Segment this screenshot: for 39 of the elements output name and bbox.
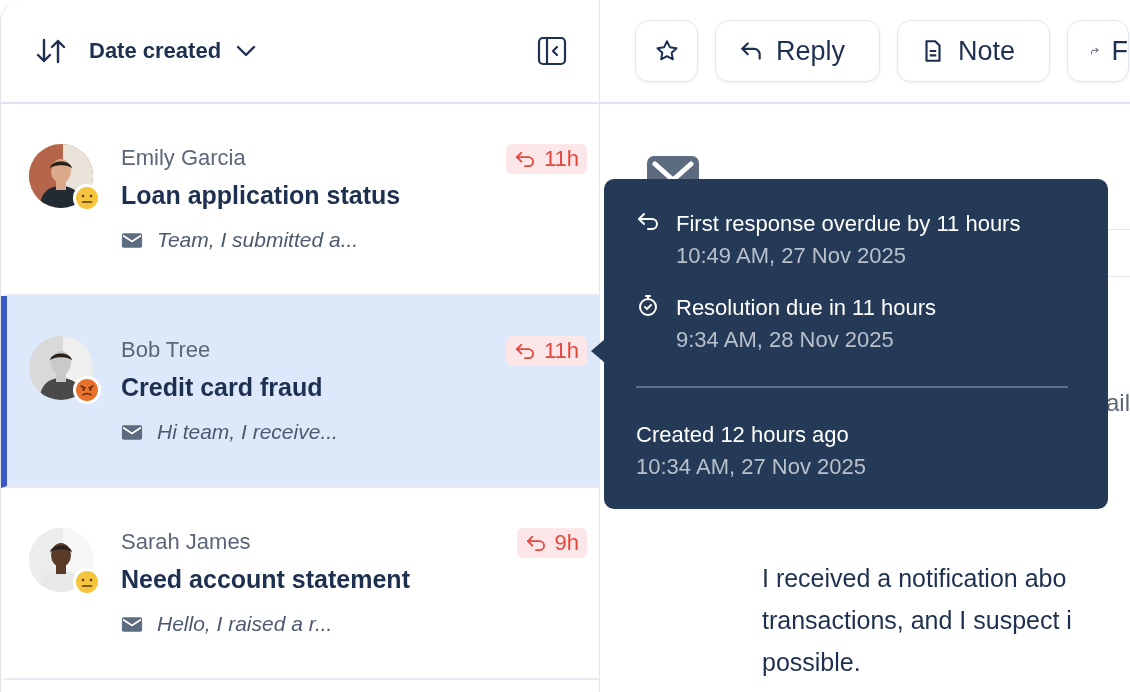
tooltip-title: First response overdue by 11 hours [676, 210, 1021, 238]
tooltip-title: Resolution due in 11 hours [676, 294, 937, 322]
chevron-down-icon [235, 44, 258, 58]
note-button[interactable]: Note [897, 20, 1051, 82]
neutral-face-icon [73, 568, 101, 596]
sort-icon[interactable] [35, 37, 67, 65]
forward-button[interactable]: F [1067, 20, 1130, 82]
reply-icon [513, 342, 536, 360]
neutral-face-icon [73, 184, 101, 212]
tooltip-time: 10:49 AM, 27 Nov 2025 [676, 242, 907, 270]
field-label: ail [1106, 389, 1130, 417]
angry-face-icon [73, 376, 101, 404]
reply-button[interactable]: Reply [715, 20, 881, 82]
star-button[interactable] [635, 20, 698, 82]
message-text: transactions, and I suspect i [762, 605, 1073, 636]
ticket-subject: Loan application status [121, 180, 402, 210]
sort-dropdown[interactable]: Date created [89, 38, 258, 64]
reply-icon [513, 150, 536, 168]
message-preview: Team, I submitted a... [157, 228, 359, 252]
customer-name: Sarah James [121, 528, 252, 556]
reply-icon [524, 534, 547, 552]
ticket-subject: Credit card fraud [121, 372, 324, 402]
ticket-subject: Need account statement [121, 564, 411, 594]
customer-name: Emily Garcia [121, 144, 247, 172]
message-text: I received a notification abo [762, 563, 1068, 594]
customer-name: Bob Tree [121, 336, 212, 364]
collapse-panel-icon[interactable] [537, 36, 567, 66]
tooltip-title: Created 12 hours ago [636, 421, 850, 449]
ticket-row[interactable]: Bob Tree Credit card fraud Hi team, I receive... 11h [1, 296, 599, 488]
envelope-icon [121, 615, 143, 633]
envelope-icon [121, 423, 143, 441]
email-channel-icon [647, 156, 699, 180]
message-preview: Hello, I raised a r... [157, 612, 333, 636]
envelope-icon [121, 231, 143, 249]
tooltip-time: 10:34 AM, 27 Nov 2025 [636, 453, 866, 481]
stopwatch-icon [636, 293, 660, 317]
message-text: possible. [762, 647, 862, 678]
message-preview: Hi team, I receive... [157, 420, 338, 444]
tooltip-time: 9:34 AM, 28 Nov 2025 [676, 326, 895, 354]
